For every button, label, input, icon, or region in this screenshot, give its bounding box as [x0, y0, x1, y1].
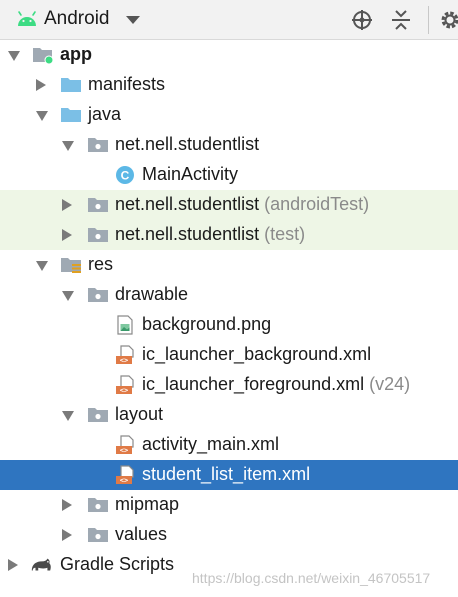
tree-node-label: ic_launcher_background.xml: [142, 344, 372, 364]
tree-node-drawable[interactable]: drawable: [0, 280, 458, 310]
tree-node-java[interactable]: java: [0, 100, 458, 130]
tree-node-label: java: [88, 104, 122, 124]
expand-arrow-icon[interactable]: [8, 559, 18, 571]
crosshair-target-icon[interactable]: [350, 8, 374, 32]
tree-node-label: drawable: [115, 284, 189, 304]
qualifier-suffix: (v24): [364, 374, 411, 394]
tree-node-label: mipmap: [115, 494, 180, 514]
folder-icon: [61, 108, 81, 122]
expand-arrow-icon[interactable]: [62, 141, 74, 151]
tree-node-layout[interactable]: layout: [0, 400, 458, 430]
xml-file-icon: <>: [116, 465, 134, 485]
tree-node-ic-launcher-background[interactable]: <> ic_launcher_background.xml: [0, 340, 458, 370]
tree-node-package[interactable]: net.nell.studentlist: [0, 130, 458, 160]
tree-node-label: layout: [115, 404, 164, 424]
tree-node-label: values: [115, 524, 168, 544]
xml-file-icon: <>: [116, 435, 134, 455]
tree-node-package-test[interactable]: net.nell.studentlist (test): [0, 220, 458, 250]
folder-icon: [61, 78, 81, 92]
expand-arrow-icon[interactable]: [62, 229, 72, 241]
expand-arrow-icon[interactable]: [36, 111, 48, 121]
tree-node-label: net.nell.studentlist: [115, 134, 260, 154]
chevron-down-icon[interactable]: [126, 16, 140, 24]
watermark-text: https://blog.csdn.net/weixin_46705517: [192, 570, 431, 586]
tree-node-values[interactable]: values: [0, 520, 458, 550]
svg-text:<>: <>: [120, 477, 128, 485]
gear-icon[interactable]: [438, 8, 458, 32]
xml-file-icon: <>: [116, 345, 134, 365]
tree-node-label: activity_main.xml: [142, 434, 280, 454]
tree-node-mipmap[interactable]: mipmap: [0, 490, 458, 520]
package-icon: [88, 408, 108, 422]
tree-node-label: net.nell.studentlist (androidTest): [115, 194, 370, 214]
expand-arrow-icon[interactable]: [62, 499, 72, 511]
collapse-all-icon[interactable]: [389, 8, 413, 32]
tree-node-label: background.png: [142, 314, 272, 334]
tree-node-label: student_list_item.xml: [142, 464, 311, 484]
tree-node-activity-main[interactable]: <> activity_main.xml: [0, 430, 458, 460]
tree-node-ic-launcher-foreground[interactable]: <> ic_launcher_foreground.xml (v24): [0, 370, 458, 400]
package-icon: [88, 498, 108, 512]
expand-arrow-icon[interactable]: [62, 529, 72, 541]
tree-node-app[interactable]: app: [0, 40, 458, 70]
package-icon: [88, 138, 108, 152]
expand-arrow-icon[interactable]: [62, 199, 72, 211]
tree-node-label: MainActivity: [142, 164, 239, 184]
tree-node-label: Gradle Scripts: [60, 554, 175, 574]
xml-file-icon: <>: [116, 375, 134, 395]
toolbar-divider: [428, 6, 429, 34]
tree-node-student-list-item[interactable]: <> student_list_item.xml: [0, 460, 458, 490]
tree-node-mainactivity[interactable]: C MainActivity: [0, 160, 458, 190]
tree-node-label: net.nell.studentlist (test): [115, 224, 306, 244]
package-icon: [88, 228, 108, 242]
expand-arrow-icon[interactable]: [36, 261, 48, 271]
class-icon: C: [116, 166, 134, 184]
svg-text:C: C: [121, 169, 130, 183]
source-set-suffix: (androidTest): [259, 194, 370, 214]
expand-arrow-icon[interactable]: [36, 79, 46, 91]
tree-node-label: ic_launcher_foreground.xml (v24): [142, 374, 411, 394]
tree-node-res[interactable]: res: [0, 250, 458, 280]
package-icon: [88, 198, 108, 212]
svg-text:<>: <>: [120, 447, 128, 455]
svg-text:<>: <>: [120, 387, 128, 395]
tree-node-background-png[interactable]: background.png: [0, 310, 458, 340]
package-icon: [88, 288, 108, 302]
expand-arrow-icon[interactable]: [62, 291, 74, 301]
view-selector-label[interactable]: Android: [44, 8, 110, 30]
tree-node-label: app: [60, 44, 93, 64]
expand-arrow-icon[interactable]: [62, 411, 74, 421]
tree-node-label: manifests: [88, 74, 166, 94]
source-set-suffix: (test): [259, 224, 306, 244]
svg-text:<>: <>: [120, 357, 128, 365]
android-icon: [18, 11, 36, 26]
resource-folder-icon: [61, 258, 81, 273]
project-toolbar: Android: [0, 0, 458, 40]
tree-node-label: res: [88, 254, 114, 274]
tree-node-manifests[interactable]: manifests: [0, 70, 458, 100]
gradle-icon: [31, 558, 51, 571]
expand-arrow-icon[interactable]: [8, 51, 20, 61]
tree-node-package-androidtest[interactable]: net.nell.studentlist (androidTest): [0, 190, 458, 220]
image-file-icon: [117, 315, 133, 335]
module-folder-icon: [33, 48, 54, 65]
package-icon: [88, 528, 108, 542]
